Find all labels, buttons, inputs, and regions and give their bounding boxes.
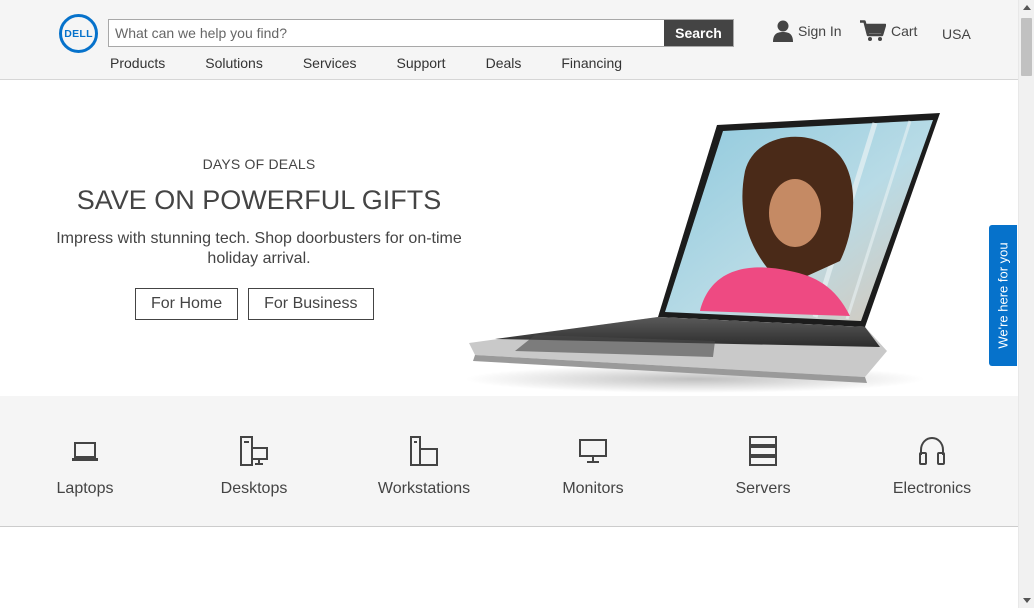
scroll-thumb[interactable]: [1021, 18, 1032, 76]
hero-banner: DAYS OF DEALS SAVE ON POWERFUL GIFTS Imp…: [0, 81, 1018, 396]
laptop-product-image: [465, 113, 940, 393]
category-desktops[interactable]: Desktops: [179, 434, 329, 498]
category-label: Desktops: [220, 480, 288, 497]
category-monitors[interactable]: Monitors: [518, 434, 668, 498]
scroll-down-arrow-icon[interactable]: [1023, 598, 1031, 603]
country-selector[interactable]: USA: [942, 26, 971, 42]
hero-eyebrow: DAYS OF DEALS: [202, 156, 316, 172]
help-side-tab[interactable]: We're here for you: [989, 225, 1017, 366]
category-label: Electronics: [892, 480, 972, 497]
category-label: Workstations: [377, 480, 471, 497]
nav-solutions[interactable]: Solutions: [205, 55, 263, 71]
server-icon: [749, 436, 777, 466]
dell-logo[interactable]: DELL: [59, 14, 98, 53]
sign-in-link[interactable]: Sign In: [773, 20, 842, 42]
category-servers[interactable]: Servers: [688, 434, 838, 498]
nav-deals[interactable]: Deals: [486, 55, 522, 71]
desktop-icon: [240, 436, 268, 466]
help-side-tab-label: We're here for you: [995, 242, 1011, 349]
nav-support[interactable]: Support: [397, 55, 446, 71]
site-header: DELL Search Sign In Cart USA Products So…: [0, 0, 1018, 80]
hero-subtitle: Impress with stunning tech. Shop doorbus…: [56, 230, 462, 267]
main-nav: Products Solutions Services Support Deal…: [110, 55, 662, 71]
nav-services[interactable]: Services: [303, 55, 357, 71]
sign-in-label: Sign In: [798, 23, 842, 39]
category-electronics[interactable]: Electronics: [857, 434, 1007, 498]
category-laptops[interactable]: Laptops: [10, 434, 160, 498]
category-label: Servers: [735, 480, 791, 497]
logo-text: DELL: [64, 27, 93, 40]
headphones-icon: [919, 436, 945, 465]
for-business-button[interactable]: For Business: [248, 288, 374, 320]
cart-link[interactable]: Cart: [860, 20, 917, 42]
cart-label: Cart: [891, 23, 918, 39]
category-workstations[interactable]: Workstations: [349, 434, 499, 498]
search-input[interactable]: [109, 20, 664, 46]
category-bar: Laptops Desktops Workstations Monitors S…: [0, 396, 1018, 527]
laptop-icon: [72, 442, 98, 461]
scroll-up-arrow-icon[interactable]: [1023, 5, 1031, 10]
nav-financing[interactable]: Financing: [561, 55, 622, 71]
search-bar: Search: [108, 19, 734, 47]
category-label: Monitors: [562, 480, 624, 497]
category-label: Laptops: [56, 480, 114, 497]
hero-buttons: For Home For Business: [135, 288, 374, 320]
search-button[interactable]: Search: [664, 20, 733, 46]
cart-icon: [860, 20, 886, 41]
monitor-icon: [579, 439, 607, 463]
nav-products[interactable]: Products: [110, 55, 165, 71]
hero-title: SAVE ON POWERFUL GIFTS: [76, 185, 442, 215]
user-icon: [773, 20, 793, 42]
for-home-button[interactable]: For Home: [135, 288, 239, 320]
page-scrollbar[interactable]: [1018, 0, 1034, 608]
workstation-icon: [410, 436, 438, 466]
